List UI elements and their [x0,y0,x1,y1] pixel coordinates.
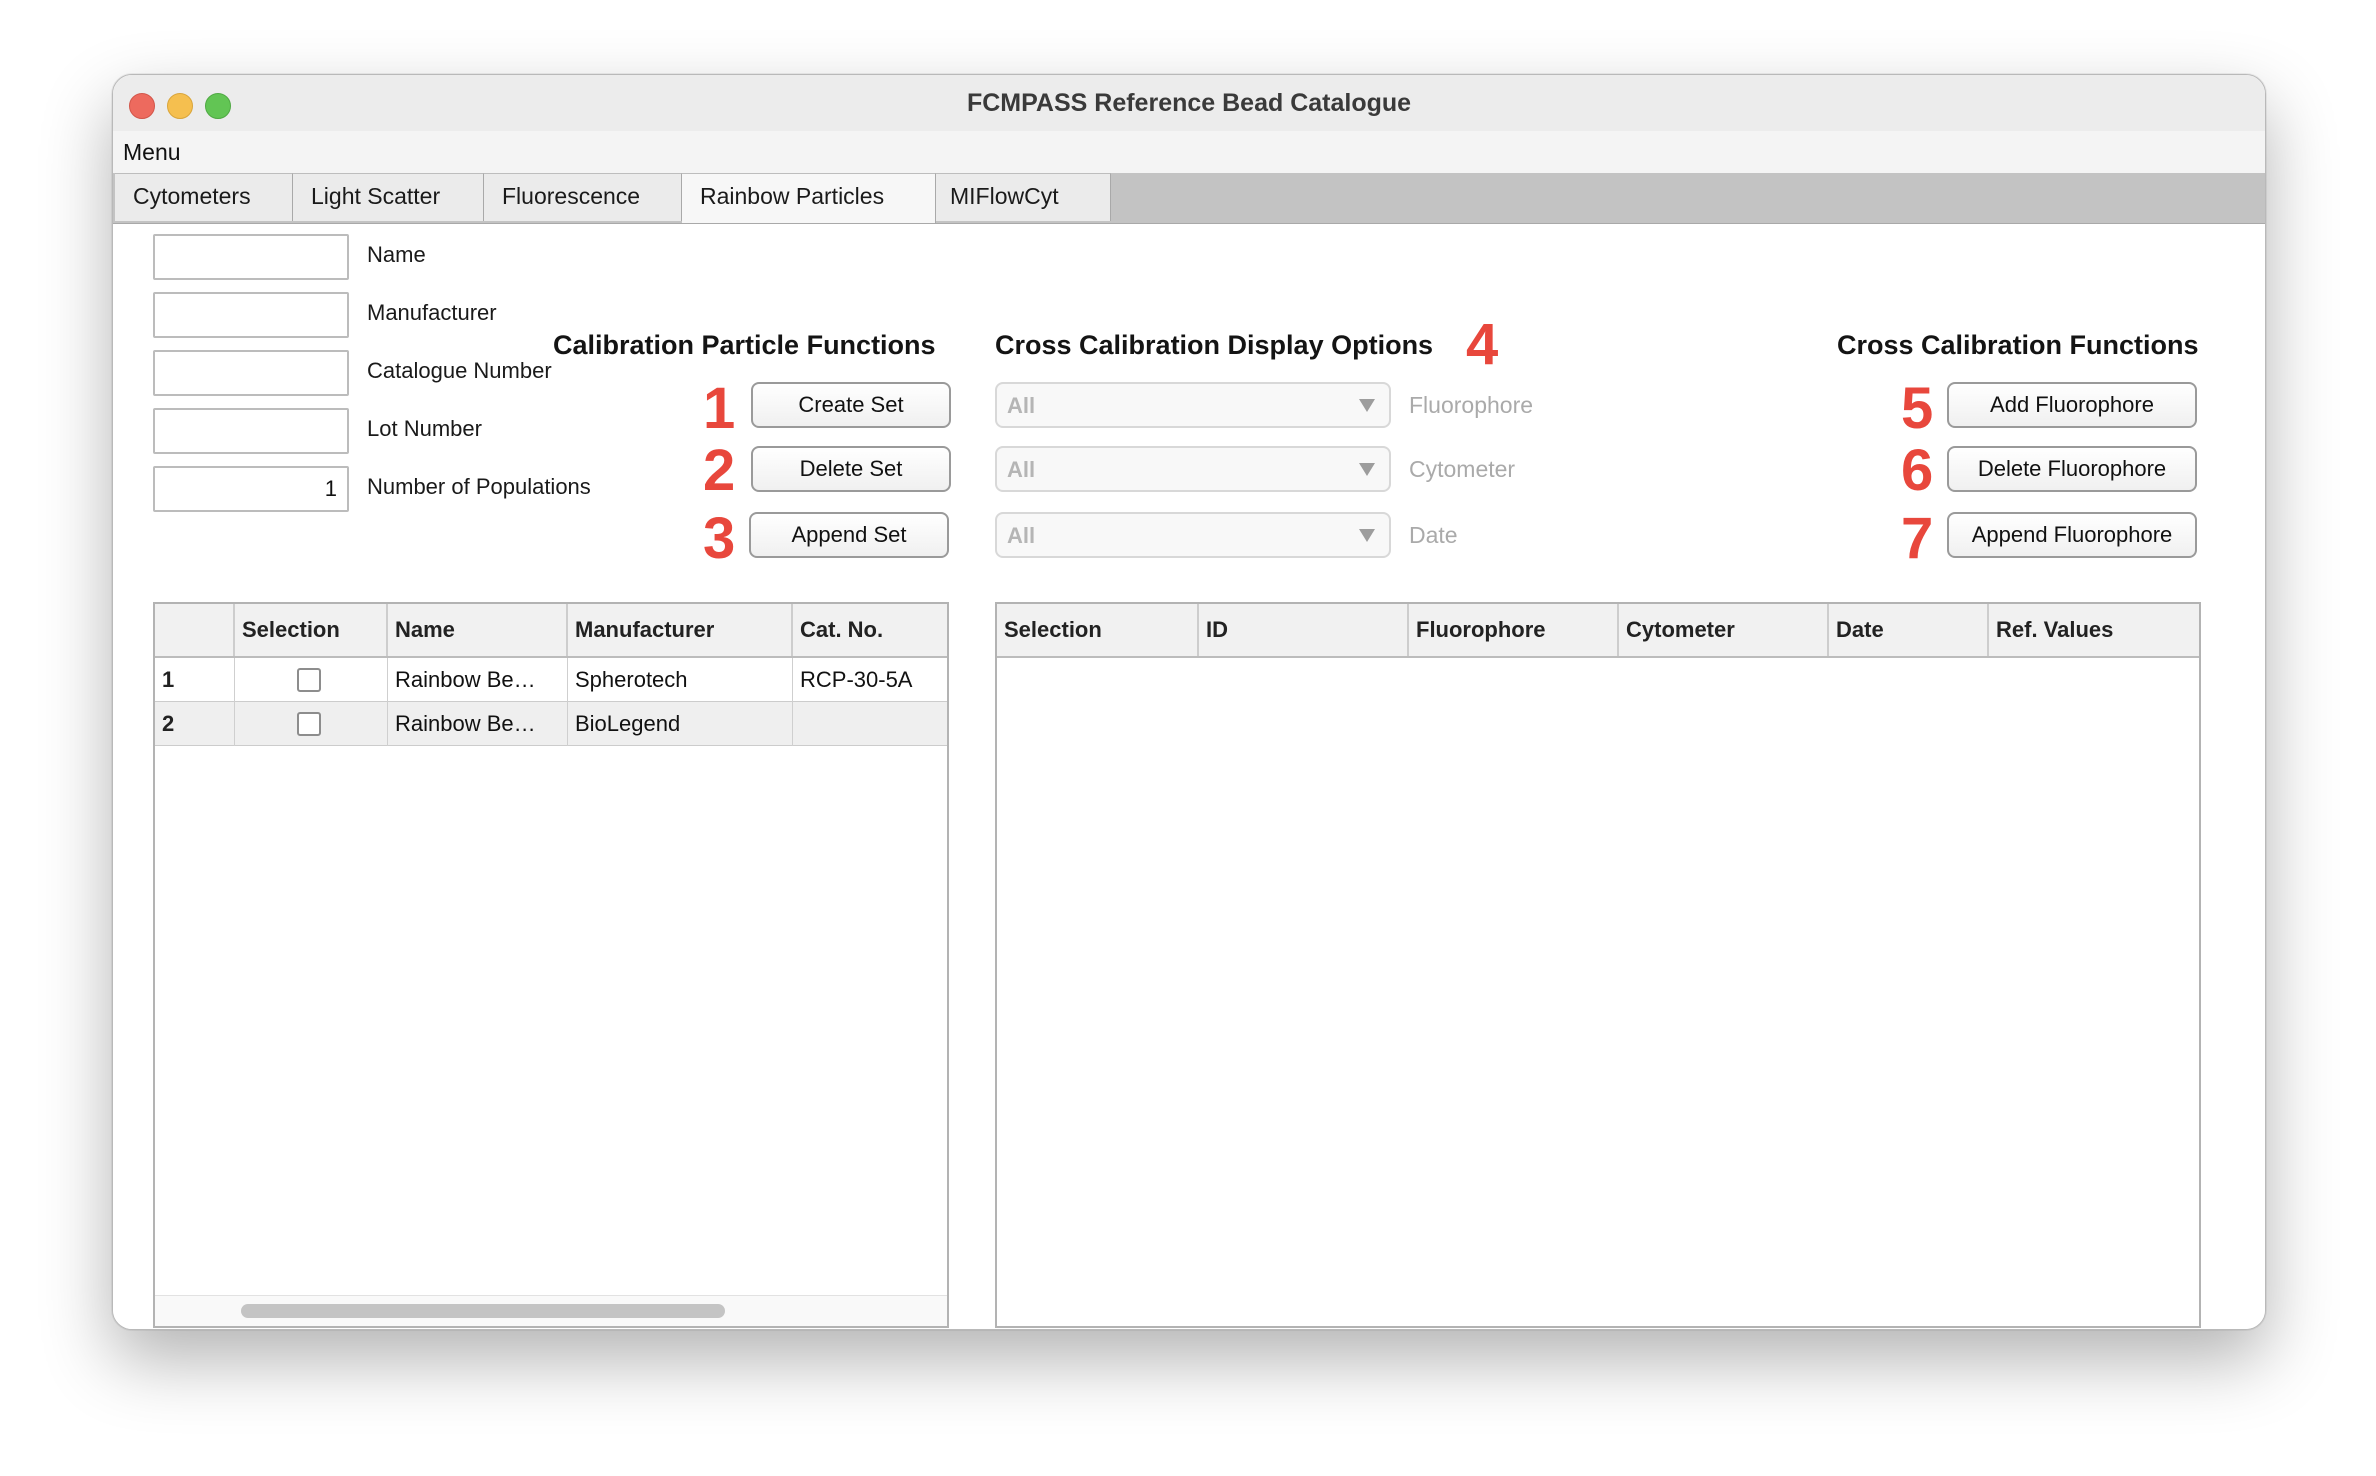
table-row[interactable]: 2 Rainbow Be… BioLegend [155,702,947,746]
fluorophore-dropdown-value: All [1007,393,1036,418]
tab-cytometers[interactable]: Cytometers [115,173,293,221]
column-header-cytometer[interactable]: Cytometer [1619,604,1829,656]
cat-no-cell [793,702,947,746]
tab-miflowcyt[interactable]: MIFlowCyt [936,173,1111,221]
rainbow-particles-panel: Name Manufacturer Catalogue Number Lot N… [113,224,2265,1329]
marker-2: 2 [703,438,736,503]
menu-bar: Menu [113,131,2265,174]
selection-cell [235,658,388,702]
num-populations-label: Number of Populations [367,474,591,499]
column-header-cat-no[interactable]: Cat. No. [793,604,947,656]
window-title: FCMPASS Reference Bead Catalogue [966,89,1412,117]
lot-number-input[interactable] [153,408,349,454]
column-header-ref-values[interactable]: Ref. Values [1989,604,2199,656]
tab-rainbow-particles[interactable]: Rainbow Particles [682,173,936,223]
name-input[interactable] [153,234,349,280]
append-fluorophore-button[interactable]: Append Fluorophore [1947,512,2197,558]
chevron-down-icon [1359,399,1375,412]
append-set-button[interactable]: Append Set [749,512,949,558]
menu-item-menu[interactable]: Menu [123,139,181,166]
selection-cell [235,702,388,746]
catalogue-number-label: Catalogue Number [367,358,552,383]
cat-no-cell: RCP-30-5A [800,667,913,692]
tab-fluorescence[interactable]: Fluorescence [484,173,682,221]
app-window: FCMPASS Reference Bead Catalogue Menu Cy… [112,74,2266,1330]
scrollbar-thumb[interactable] [241,1304,725,1318]
column-header-fluorophore[interactable]: Fluorophore [1409,604,1619,656]
cross-functions-title: Cross Calibration Functions [1837,330,2199,360]
marker-5: 5 [1901,376,1934,441]
chevron-down-icon [1359,463,1375,476]
lot-number-label: Lot Number [367,416,482,441]
marker-1: 1 [703,376,736,441]
name-cell: Rainbow Be… [388,702,568,746]
num-populations-input[interactable] [153,466,349,512]
cytometer-dropdown[interactable]: All [995,446,1391,492]
row-select-checkbox[interactable] [297,712,321,736]
title-bar[interactable]: FCMPASS Reference Bead Catalogue [113,75,2265,132]
fluorophore-table: Selection ID Fluorophore Cytometer Date … [995,602,2201,1328]
add-fluorophore-button[interactable]: Add Fluorophore [1947,382,2197,428]
marker-4: 4 [1466,312,1499,377]
fluorophore-dropdown-label: Fluorophore [1409,392,1534,418]
marker-6: 6 [1901,438,1934,503]
column-header-date[interactable]: Date [1829,604,1989,656]
column-header-manufacturer[interactable]: Manufacturer [568,604,793,656]
table-row[interactable]: 1 Rainbow Be… Spherotech RCP-30-5A [155,658,947,702]
tab-bar: Cytometers Light Scatter Fluorescence Ra… [113,173,2265,224]
row-select-checkbox[interactable] [297,668,321,692]
marker-7: 7 [1901,506,1934,571]
chevron-down-icon [1359,529,1375,542]
date-dropdown[interactable]: All [995,512,1391,558]
name-label: Name [367,242,426,267]
fluorophore-dropdown[interactable]: All [995,382,1391,428]
date-dropdown-value: All [1007,523,1036,548]
catalogue-number-input[interactable] [153,350,349,396]
calibration-functions-title: Calibration Particle Functions [553,330,936,360]
particle-sets-table: Selection Name Manufacturer Cat. No. 1 R… [153,602,949,1328]
manufacturer-label: Manufacturer [367,300,497,325]
cytometer-dropdown-label: Cytometer [1409,456,1516,482]
horizontal-scrollbar[interactable] [155,1295,947,1326]
name-cell: Rainbow Be… [388,658,568,702]
date-dropdown-label: Date [1409,522,1458,548]
column-header-name[interactable]: Name [388,604,568,656]
tab-light-scatter[interactable]: Light Scatter [293,173,484,221]
column-header-id[interactable]: ID [1199,604,1409,656]
marker-3: 3 [703,506,736,571]
display-options-title: Cross Calibration Display Options [995,330,1434,360]
table-header: Selection Name Manufacturer Cat. No. [155,604,947,658]
cytometer-dropdown-value: All [1007,457,1036,482]
column-header-index [155,604,235,656]
manufacturer-input[interactable] [153,292,349,338]
row-index: 1 [155,658,235,702]
table-header: Selection ID Fluorophore Cytometer Date … [997,604,2199,658]
column-header-selection[interactable]: Selection [235,604,388,656]
column-header-selection[interactable]: Selection [997,604,1199,656]
create-set-button[interactable]: Create Set [751,382,951,428]
row-index: 2 [155,702,235,746]
delete-fluorophore-button[interactable]: Delete Fluorophore [1947,446,2197,492]
delete-set-button[interactable]: Delete Set [751,446,951,492]
manufacturer-cell: Spherotech [568,658,793,702]
manufacturer-cell: BioLegend [568,702,793,746]
